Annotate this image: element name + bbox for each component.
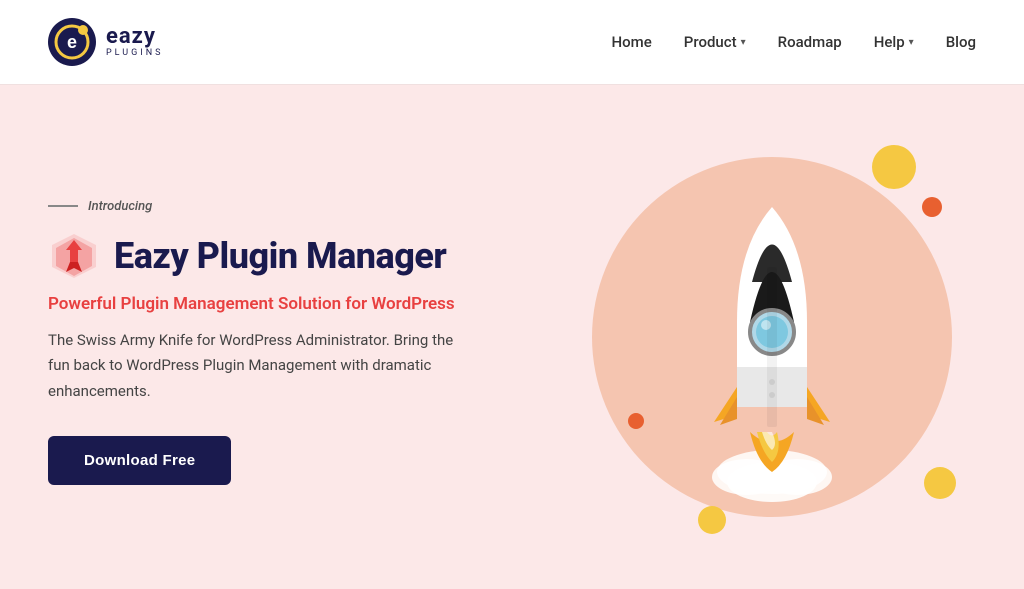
download-free-button[interactable]: Download Free [48,436,231,485]
hero-illustration [568,85,976,589]
plugin-manager-icon [48,230,100,282]
rocket-illustration [662,167,882,507]
product-name-heading: Eazy Plugin Manager [114,235,446,277]
introducing-label: Introducing [88,199,152,214]
nav-help[interactable]: Help ▾ [874,33,914,51]
logo[interactable]: e eazy PLUGINS [48,18,163,66]
product-title-row: Eazy Plugin Manager [48,230,568,282]
deco-orange-tiny [628,413,644,429]
deco-yellow-small [924,467,956,499]
hero-content: Introducing Eazy Plugin Manager Powerful… [48,189,568,486]
hero-description: The Swiss Army Knife for WordPress Admin… [48,328,468,405]
deco-orange-small [922,197,942,217]
nav-roadmap[interactable]: Roadmap [778,33,842,51]
rocket-svg [662,167,882,507]
logo-main-text: eazy [106,25,163,49]
svg-text:e: e [67,32,77,52]
introducing-row: Introducing [48,199,568,214]
product-chevron-icon: ▾ [741,37,746,48]
site-header: e eazy PLUGINS Home Product ▾ Roadmap He… [0,0,1024,85]
intro-line-decoration [48,205,78,207]
nav-product[interactable]: Product ▾ [684,33,746,51]
deco-yellow-bottom [698,506,726,534]
help-chevron-icon: ▾ [909,37,914,48]
logo-text: eazy PLUGINS [106,25,163,59]
logo-sub-text: PLUGINS [106,49,163,59]
hero-tagline: Powerful Plugin Management Solution for … [48,294,568,314]
main-nav: Home Product ▾ Roadmap Help ▾ Blog [612,33,976,51]
hero-section: Introducing Eazy Plugin Manager Powerful… [0,85,1024,589]
nav-home[interactable]: Home [612,33,652,51]
nav-blog[interactable]: Blog [946,33,976,51]
logo-icon: e [48,18,96,66]
